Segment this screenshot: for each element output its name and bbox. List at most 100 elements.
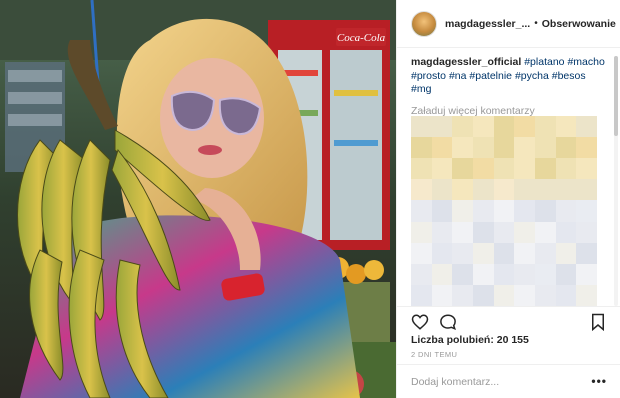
obscured-comment-pixel [411,221,432,243]
obscured-comment-pixel [555,284,577,306]
likes-count[interactable]: Liczba polubień: 20 155 [411,334,529,346]
obscured-comment-pixel [411,179,432,201]
obscured-comment-pixel [452,116,473,138]
hashtag[interactable]: #na [449,70,467,82]
obscured-comment-pixel [555,200,577,222]
hashtag[interactable]: #mg [411,83,431,95]
obscured-comment-pixel [534,284,556,306]
add-comment-bar: ••• [397,364,620,398]
obscured-comment-pixel [431,263,453,285]
obscured-comment-pixel [514,242,535,264]
post-caption: magdagessler_official #platano #macho #p… [411,56,607,97]
obscured-comment-pixel [576,179,597,201]
bookmark-icon[interactable] [589,313,607,331]
obscured-comment-pixel [452,179,473,201]
obscured-comment-pixel [411,263,432,285]
obscured-comment-pixel [452,158,473,180]
obscured-comment-pixel [411,116,432,138]
obscured-comment-pixel [576,200,597,222]
obscured-comment-pixel [493,116,515,138]
obscured-comment-pixel [514,179,535,201]
obscured-comment-pixel [431,200,453,222]
obscured-comment-pixel [472,263,494,285]
avatar[interactable] [411,10,437,37]
obscured-comment-pixel [576,137,597,159]
obscured-comment-pixel [472,242,494,264]
hashtag[interactable]: #prosto [411,70,446,82]
obscured-comment-pixel [411,158,432,180]
obscured-comment-pixel [534,179,556,201]
obscured-comment-pixel [472,179,494,201]
comments-scrollbar[interactable] [614,56,618,306]
obscured-comment-pixel [514,284,535,306]
photo-illustration: Coca-Cola [0,0,396,398]
obscured-comment-pixel [411,137,432,159]
obscured-comment-pixel [555,137,577,159]
hashtag[interactable]: #macho [567,56,604,68]
obscured-comment-pixel [472,158,494,180]
following-button[interactable]: Obserwowanie [542,18,616,30]
obscured-comment-pixel [472,137,494,159]
obscured-comment-pixel [452,200,473,222]
hashtag[interactable]: #besos [552,70,586,82]
comment-bubble-icon[interactable] [439,313,457,331]
scrollbar-thumb[interactable] [614,56,618,136]
obscured-comment-pixel [431,221,453,243]
obscured-comment-pixel [452,242,473,264]
obscured-comment-pixel [534,158,556,180]
obscured-comment-pixel [534,137,556,159]
heart-icon[interactable] [411,313,429,331]
obscured-comment-pixel [514,263,535,285]
post-date[interactable]: 2 DNI TEMU [411,350,457,359]
obscured-comment-pixel [534,242,556,264]
obscured-comment-pixel [576,116,597,138]
obscured-comment-pixel [411,242,432,264]
obscured-comment-pixel [534,221,556,243]
obscured-comment-pixel [514,158,535,180]
obscured-comment-pixel [534,200,556,222]
obscured-comment-pixel [452,284,473,306]
obscured-comment-pixel [431,242,453,264]
obscured-comment-pixel [576,284,597,306]
obscured-comment-pixel [514,137,535,159]
blurred-comments [411,116,597,306]
post-photo[interactable]: Coca-Cola [0,0,396,398]
obscured-comment-pixel [576,263,597,285]
obscured-comment-pixel [452,137,473,159]
hashtag[interactable]: #patelnie [469,70,512,82]
caption-author[interactable]: magdagessler_official [411,56,521,68]
obscured-comment-pixel [411,284,432,306]
comment-input[interactable] [411,374,581,390]
obscured-comment-pixel [514,200,535,222]
obscured-comment-pixel [493,221,515,243]
obscured-comment-pixel [555,116,577,138]
obscured-comment-pixel [452,221,473,243]
obscured-comment-pixel [534,263,556,285]
obscured-comment-pixel [493,263,515,285]
fridge-sign: Coca-Cola [337,32,386,44]
hashtag[interactable]: #platano [524,56,564,68]
obscured-comment-pixel [431,137,453,159]
obscured-comment-pixel [555,263,577,285]
obscured-comment-pixel [472,221,494,243]
obscured-comment-pixel [493,200,515,222]
load-more-comments-link[interactable]: Załaduj więcej komentarzy [411,105,607,117]
username-link[interactable]: magdagessler_... [445,18,530,30]
obscured-comment-pixel [493,284,515,306]
obscured-comment-pixel [472,284,494,306]
obscured-comment-pixel [576,242,597,264]
obscured-comment-pixel [555,158,577,180]
obscured-comment-pixel [576,158,597,180]
obscured-comment-pixel [472,200,494,222]
obscured-comment-pixel [493,242,515,264]
obscured-comment-pixel [431,179,453,201]
hashtag[interactable]: #pycha [515,70,549,82]
obscured-comment-pixel [555,242,577,264]
post-actions [397,306,620,336]
comments-section: magdagessler_official #platano #macho #p… [411,56,607,117]
more-options-icon[interactable]: ••• [591,374,607,388]
obscured-comment-pixel [452,263,473,285]
obscured-comment-pixel [493,158,515,180]
post-header: magdagessler_... • Obserwowanie [397,0,620,48]
obscured-comment-pixel [493,137,515,159]
